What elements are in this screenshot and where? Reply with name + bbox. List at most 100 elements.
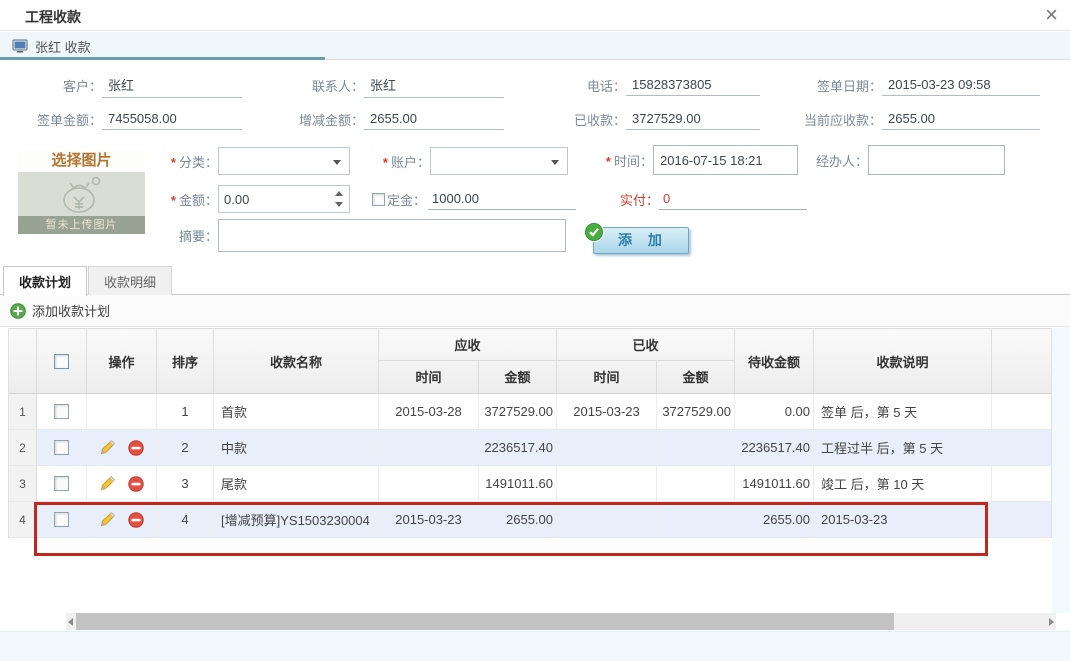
time-input[interactable] bbox=[653, 145, 798, 175]
image-picker[interactable]: 选择图片 暂未上传图片 bbox=[18, 150, 145, 234]
field-contract-amount: 签单金额：7455058.00 bbox=[6, 104, 268, 134]
header-sort: 排序 bbox=[157, 329, 214, 393]
tab-payment-plan[interactable]: 收款计划 bbox=[3, 266, 87, 296]
header-select-all bbox=[37, 329, 87, 393]
row-number: 1 bbox=[9, 394, 37, 429]
add-button[interactable]: 添 加 bbox=[593, 227, 689, 254]
row-paid-time bbox=[557, 466, 657, 501]
chevron-down-icon bbox=[551, 160, 559, 165]
edit-pencil-icon[interactable] bbox=[99, 439, 116, 456]
row-recv-time: 2015-03-28 bbox=[379, 394, 479, 429]
table-header: 操作 排序 收款名称 应收 时间 金额 已收 时间 金额 待收金额 收款说明 bbox=[9, 328, 1051, 394]
header-rownum bbox=[9, 329, 37, 393]
required-marker: * bbox=[383, 155, 388, 170]
header-recv-time: 时间 bbox=[379, 361, 479, 393]
field-sign-date: 签单日期：2015-03-23 09:58 bbox=[786, 70, 1066, 100]
account-select[interactable] bbox=[430, 147, 568, 175]
summary-input[interactable] bbox=[218, 219, 566, 252]
edit-pencil-icon[interactable] bbox=[99, 511, 116, 528]
row-pending: 0.00 bbox=[735, 394, 814, 429]
row-name: [增减预算]YS1503230004 bbox=[214, 502, 379, 537]
spinner-up-icon[interactable] bbox=[335, 191, 343, 196]
field-value: 张红 bbox=[364, 72, 504, 98]
plan-tab-strip: 收款计划 收款明细 bbox=[0, 264, 1070, 295]
table-row: 2 2 中款 2236517.40 2236517.40 工程过半 后，第 5 … bbox=[9, 430, 1051, 466]
plus-circle-icon[interactable] bbox=[10, 303, 26, 319]
row-recv-time bbox=[379, 466, 479, 501]
row-checkbox[interactable] bbox=[54, 404, 69, 419]
check-circle-icon bbox=[583, 221, 605, 243]
row-filler bbox=[992, 502, 1053, 537]
horizontal-scrollbar[interactable] bbox=[66, 613, 1056, 630]
field-label: 当前应收款： bbox=[786, 110, 882, 129]
row-filler bbox=[992, 466, 1053, 501]
close-icon[interactable]: × bbox=[1045, 2, 1058, 28]
row-checkbox[interactable] bbox=[54, 476, 69, 491]
row-paid-amount bbox=[657, 430, 735, 465]
scroll-left-icon[interactable] bbox=[68, 618, 73, 626]
row-recv-amount: 2655.00 bbox=[479, 502, 557, 537]
info-row-1: 客户：张红 联系人：张红 电话：15828373805 签单日期：2015-03… bbox=[6, 70, 1066, 100]
delete-minus-icon[interactable] bbox=[128, 476, 144, 492]
amount-stepper[interactable] bbox=[218, 185, 350, 213]
operator-label: 经办人： bbox=[798, 151, 868, 170]
field-phone: 电话：15828373805 bbox=[530, 70, 786, 100]
field-customer: 客户：张红 bbox=[6, 70, 268, 100]
row-name: 中款 bbox=[214, 430, 379, 465]
category-select[interactable] bbox=[218, 147, 350, 175]
row-paid-time bbox=[557, 430, 657, 465]
dialog-title: 工程收款 bbox=[25, 7, 81, 27]
select-all-checkbox[interactable] bbox=[54, 354, 69, 369]
account-field: *账户： bbox=[358, 147, 568, 175]
deposit-label: 定金： bbox=[387, 190, 426, 209]
info-row-2: 签单金额：7455058.00 增减金额：2655.00 已收款：3727529… bbox=[6, 104, 1066, 134]
row-filler bbox=[992, 394, 1053, 429]
header-paid-time: 时间 bbox=[557, 361, 657, 393]
row-note: 签单 后，第 5 天 bbox=[814, 394, 992, 429]
header-recv-amount: 金额 bbox=[479, 361, 556, 393]
payment-plan-table: 操作 排序 收款名称 应收 时间 金额 已收 时间 金额 待收金额 收款说明 bbox=[8, 328, 1052, 538]
field-value: 张红 bbox=[102, 72, 242, 98]
row-number: 3 bbox=[9, 466, 37, 501]
delete-minus-icon[interactable] bbox=[128, 512, 144, 528]
choose-image-label[interactable]: 选择图片 bbox=[18, 150, 145, 172]
operator-input[interactable] bbox=[868, 145, 1005, 175]
row-paid-amount: 3727529.00 bbox=[657, 394, 735, 429]
header-pending: 待收金额 bbox=[735, 329, 814, 393]
summary-label: 摘要： bbox=[146, 226, 218, 245]
row-checkbox[interactable] bbox=[54, 440, 69, 455]
row-recv-time: 2015-03-23 bbox=[379, 502, 479, 537]
category-field: *分类： bbox=[146, 147, 350, 175]
field-value: 2015-03-23 09:58 bbox=[882, 74, 1040, 96]
header-paid-amount: 金额 bbox=[657, 361, 734, 393]
row-checkbox[interactable] bbox=[54, 512, 69, 527]
row-operations bbox=[87, 394, 157, 429]
tab-customer-payment[interactable]: 张红 收款 bbox=[0, 32, 325, 60]
row-recv-time bbox=[379, 430, 479, 465]
row-number: 2 bbox=[9, 430, 37, 465]
deposit-checkbox[interactable] bbox=[372, 193, 385, 206]
dialog-bottom-strip bbox=[0, 631, 1070, 661]
tab-payment-detail[interactable]: 收款明细 bbox=[88, 266, 172, 295]
spinner-down-icon[interactable] bbox=[335, 202, 343, 207]
scrollbar-thumb[interactable] bbox=[76, 613, 894, 630]
edit-pencil-icon[interactable] bbox=[99, 475, 116, 492]
row-checkbox-cell bbox=[37, 430, 87, 465]
header-receivable: 应收 bbox=[379, 329, 556, 361]
row-name: 尾款 bbox=[214, 466, 379, 501]
header-received: 已收 bbox=[557, 329, 734, 361]
header-filler bbox=[992, 329, 1053, 393]
delete-minus-icon[interactable] bbox=[128, 440, 144, 456]
field-received: 已收款：3727529.00 bbox=[530, 104, 786, 134]
row-pending: 2236517.40 bbox=[735, 430, 814, 465]
field-value: 7455058.00 bbox=[102, 108, 242, 130]
monitor-icon bbox=[12, 38, 28, 54]
scroll-right-icon[interactable] bbox=[1049, 618, 1054, 626]
required-marker: * bbox=[171, 193, 176, 208]
actual-paid-field: 实付： 0 bbox=[620, 188, 807, 210]
row-checkbox-cell bbox=[37, 502, 87, 537]
row-paid-amount bbox=[657, 502, 735, 537]
add-plan-link[interactable]: 添加收款计划 bbox=[32, 301, 110, 320]
amount-input[interactable] bbox=[219, 186, 327, 212]
row-operations bbox=[87, 430, 157, 465]
